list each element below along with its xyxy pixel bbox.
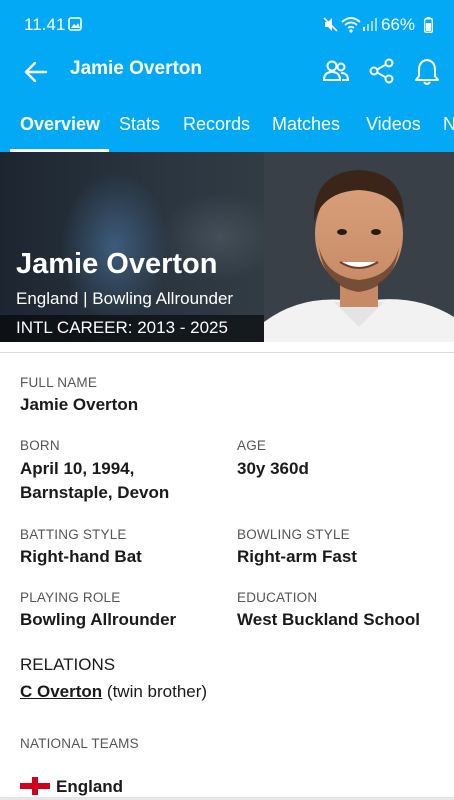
tab-bar: Overview Stats Records Matches Videos N bbox=[0, 102, 454, 152]
national-teams-label: NATIONAL TEAMS bbox=[20, 736, 139, 751]
born-date: April 10, 1994, bbox=[20, 459, 135, 478]
full-name-value: Jamie Overton bbox=[20, 395, 139, 414]
back-arrow-icon[interactable] bbox=[22, 58, 50, 86]
app-bar: Jamie Overton bbox=[0, 50, 454, 102]
people-icon[interactable] bbox=[322, 57, 350, 90]
bowling-style-label: BOWLING STYLE bbox=[237, 527, 350, 542]
playing-role-value: Bowling Allrounder bbox=[20, 610, 177, 629]
mute-icon bbox=[322, 16, 339, 38]
overview-details: FULL NAME Jamie Overton BORN April 10, 1… bbox=[0, 352, 454, 800]
batting-style-value: Right-hand Bat bbox=[20, 547, 142, 566]
full-name-label: FULL NAME bbox=[20, 375, 98, 390]
status-time: 11.41 bbox=[24, 15, 66, 34]
tab-records[interactable]: Records bbox=[183, 114, 250, 135]
battery-percent: 66% bbox=[381, 15, 416, 34]
page-title: Jamie Overton bbox=[70, 58, 202, 79]
age-label: AGE bbox=[237, 438, 267, 453]
education-value: West Buckland School bbox=[237, 610, 420, 629]
battery-icon bbox=[424, 17, 433, 38]
share-icon[interactable] bbox=[368, 57, 396, 90]
playing-role-label: PLAYING ROLE bbox=[20, 590, 121, 605]
education-label: EDUCATION bbox=[237, 590, 318, 605]
tab-videos[interactable]: Videos bbox=[366, 114, 421, 135]
age-value: 30y 360d bbox=[237, 459, 309, 478]
born-place: Barnstaple, Devon bbox=[20, 483, 170, 502]
born-label: BORN bbox=[20, 438, 60, 453]
player-name: Jamie Overton bbox=[16, 248, 218, 280]
tab-news[interactable]: N bbox=[443, 114, 454, 135]
tab-matches[interactable]: Matches bbox=[272, 114, 340, 135]
status-bar: 11.41 66% bbox=[0, 0, 454, 50]
national-team-link[interactable]: England bbox=[56, 777, 123, 797]
tab-overview[interactable]: Overview bbox=[20, 114, 100, 135]
signal-icon bbox=[362, 17, 378, 37]
tab-stats[interactable]: Stats bbox=[119, 114, 160, 135]
batting-style-label: BATTING STYLE bbox=[20, 527, 127, 542]
player-photo bbox=[264, 152, 454, 342]
intl-career-span: INTL CAREER: 2013 - 2025 bbox=[0, 315, 264, 342]
bowling-style-value: Right-arm Fast bbox=[237, 547, 357, 566]
relation-note: (twin brother) bbox=[106, 682, 208, 701]
player-country-role: England | Bowling Allrounder bbox=[16, 289, 234, 308]
image-icon bbox=[68, 17, 82, 36]
player-hero-banner: Jamie Overton England | Bowling Allround… bbox=[0, 152, 454, 342]
england-flag-icon bbox=[20, 777, 50, 795]
wifi-icon bbox=[341, 16, 361, 38]
relation-entry: C Overton (twin brother) bbox=[20, 682, 207, 702]
bell-icon[interactable] bbox=[413, 56, 441, 91]
relations-heading: RELATIONS bbox=[20, 655, 116, 674]
relation-link[interactable]: C Overton bbox=[20, 682, 102, 701]
